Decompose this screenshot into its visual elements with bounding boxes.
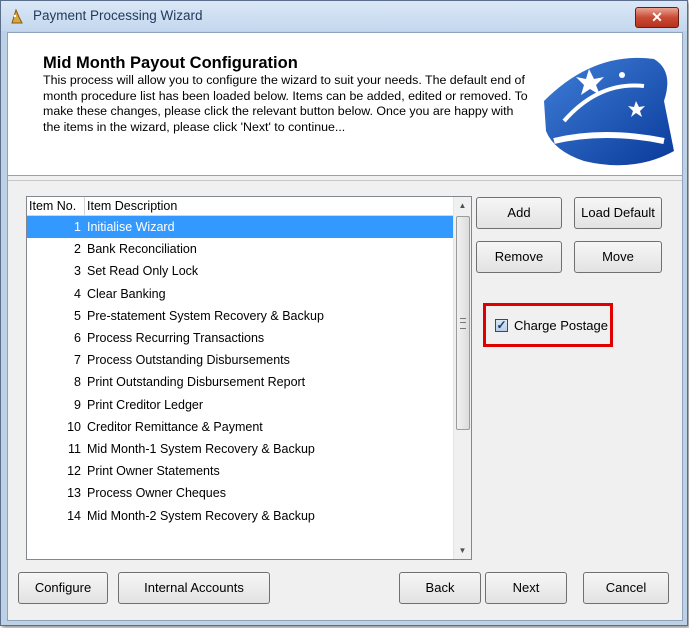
list-header: Item No. Item Description [27, 197, 454, 216]
item-number: 12 [67, 464, 81, 479]
list-item[interactable]: 13 Process Owner Cheques [27, 482, 454, 504]
wizard-hat-logo [544, 57, 674, 166]
list-item[interactable]: 7 Process Outstanding Disbursements [27, 349, 454, 371]
load-default-button[interactable]: Load Default [574, 197, 662, 229]
item-description: Process Owner Cheques [87, 486, 226, 501]
charge-postage-label[interactable]: Charge Postage [514, 318, 608, 333]
close-icon: ✕ [651, 9, 663, 25]
list-item[interactable]: 4 Clear Banking [27, 283, 454, 305]
scroll-down-icon[interactable]: ▼ [454, 542, 471, 559]
item-description: Mid Month-1 System Recovery & Backup [87, 442, 315, 456]
item-number: 14 [67, 508, 81, 523]
list-item[interactable]: 12 Print Owner Statements [27, 460, 454, 482]
item-description: Pre-statement System Recovery & Backup [87, 308, 324, 323]
title-bar: Payment Processing Wizard ✕ [1, 1, 687, 31]
column-divider[interactable] [84, 197, 85, 215]
list-item[interactable]: 5 Pre-statement System Recovery & Backup [27, 305, 454, 327]
item-number: 6 [74, 331, 81, 345]
item-number: 8 [74, 375, 81, 390]
item-number: 10 [67, 419, 81, 434]
cancel-button[interactable]: Cancel [583, 572, 669, 604]
item-description: Print Creditor Ledger [87, 397, 204, 412]
wizard-app-icon [11, 8, 23, 24]
window-title: Payment Processing Wizard [33, 8, 203, 23]
add-button[interactable]: Add [476, 197, 562, 229]
procedure-list[interactable]: Item No. Item Description 1 Initialise Wi… [26, 196, 472, 560]
column-item-no[interactable]: Item No. [29, 199, 76, 213]
list-item[interactable]: 2 Bank Reconciliation [27, 238, 454, 260]
move-button[interactable]: Move [574, 241, 662, 273]
list-item[interactable]: 9 Print Creditor Ledger [27, 394, 454, 416]
item-number: 9 [74, 397, 81, 412]
close-button[interactable]: ✕ [635, 7, 679, 28]
list-item[interactable]: 11 Mid Month-1 System Recovery & Backup [27, 438, 454, 460]
list-item[interactable]: 3 Set Read Only Lock [27, 260, 454, 282]
item-description: Mid Month-2 System Recovery & Backup [87, 508, 315, 523]
grip-icon [460, 318, 466, 329]
internal-accounts-button[interactable]: Internal Accounts [118, 572, 270, 604]
charge-postage-checkbox[interactable]: ✓ [495, 319, 508, 332]
list-item[interactable]: 14 Mid Month-2 System Recovery & Backup [27, 505, 454, 527]
item-number: 1 [74, 220, 81, 234]
item-description: Clear Banking [87, 286, 166, 301]
wizard-header: Mid Month Payout Configuration This proc… [8, 33, 682, 176]
page-title: Mid Month Payout Configuration [43, 54, 298, 72]
page-description: This process will allow you to configure… [43, 73, 528, 134]
wizard-body: Mid Month Payout Configuration This proc… [7, 32, 683, 621]
wizard-window: Payment Processing Wizard ✕ Mid Month Pa… [0, 0, 688, 626]
item-description: Initialise Wizard [87, 220, 175, 234]
item-description: Print Owner Statements [87, 464, 220, 479]
item-description: Process Recurring Transactions [87, 331, 265, 345]
item-number: 4 [74, 286, 81, 301]
list-item[interactable]: 10 Creditor Remittance & Payment [27, 416, 454, 438]
configure-button[interactable]: Configure [18, 572, 108, 604]
charge-postage-highlight: ✓ Charge Postage [483, 303, 613, 347]
item-description: Bank Reconciliation [87, 242, 197, 257]
list-scrollbar[interactable]: ▲ ▼ [453, 197, 471, 559]
item-description: Process Outstanding Disbursements [87, 353, 290, 368]
next-button[interactable]: Next [485, 572, 567, 604]
item-number: 11 [68, 442, 81, 456]
scroll-thumb[interactable] [456, 216, 470, 430]
column-item-description[interactable]: Item Description [87, 199, 177, 213]
item-number: 13 [67, 486, 81, 501]
list-item[interactable]: 6 Process Recurring Transactions [27, 327, 454, 349]
item-description: Print Outstanding Disbursement Report [87, 375, 306, 390]
item-number: 3 [74, 264, 81, 279]
item-description: Creditor Remittance & Payment [87, 419, 263, 434]
list-item[interactable]: 1 Initialise Wizard [27, 216, 454, 238]
item-number: 7 [74, 353, 81, 368]
checkmark-icon: ✓ [496, 318, 507, 332]
item-number: 5 [74, 308, 81, 323]
list-item[interactable]: 8 Print Outstanding Disbursement Report [27, 371, 454, 393]
item-description: Set Read Only Lock [87, 264, 199, 279]
back-button[interactable]: Back [399, 572, 481, 604]
scroll-up-icon[interactable]: ▲ [454, 197, 471, 214]
header-separator [8, 180, 682, 181]
remove-button[interactable]: Remove [476, 241, 562, 273]
item-number: 2 [74, 242, 81, 257]
